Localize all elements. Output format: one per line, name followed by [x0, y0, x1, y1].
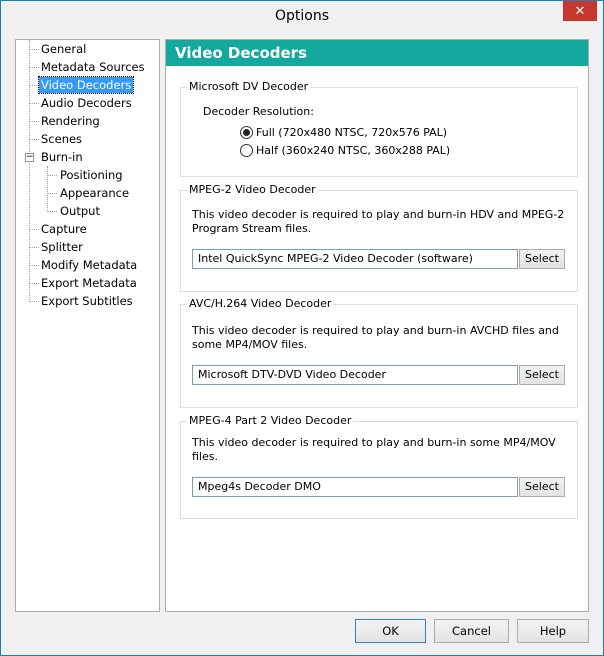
avc-decoder-group: AVC/H.264 Video Decoder This video decod… [180, 297, 578, 408]
tree-line [29, 103, 39, 104]
mpeg4-decoder-legend: MPEG-4 Part 2 Video Decoder [187, 414, 354, 427]
collapse-icon[interactable]: − [25, 153, 34, 162]
tree-item-modify-metadata[interactable]: Modify Metadata [39, 257, 139, 273]
window-title: Options [274, 8, 330, 24]
tree-item-audio-decoders[interactable]: Audio Decoders [39, 95, 134, 111]
tree-line [47, 166, 48, 212]
tree-line [29, 265, 39, 266]
tree-item-capture[interactable]: Capture [39, 221, 89, 237]
radio-half[interactable] [240, 143, 253, 157]
help-button[interactable]: Help [517, 619, 589, 643]
tree-item-export-subtitles[interactable]: Export Subtitles [39, 293, 135, 309]
tree-item-output[interactable]: Output [58, 203, 102, 219]
resolution-full-label: Full (720x480 NTSC, 720x576 PAL) [256, 125, 448, 139]
resolution-full-option[interactable]: Full (720x480 NTSC, 720x576 PAL) [240, 124, 447, 140]
cancel-button[interactable]: Cancel [434, 619, 509, 643]
tree-line [47, 193, 57, 194]
tree-item-general[interactable]: General [39, 41, 88, 57]
tree-item-appearance[interactable]: Appearance [58, 185, 131, 201]
decoder-resolution-label: Decoder Resolution: [203, 105, 314, 118]
tree-line [47, 175, 57, 176]
tree-line [47, 211, 57, 212]
tree-item-rendering[interactable]: Rendering [39, 113, 102, 129]
dv-decoder-legend: Microsoft DV Decoder [187, 80, 311, 93]
close-button[interactable]: ✕ [563, 1, 597, 21]
tree-item-scenes[interactable]: Scenes [39, 131, 84, 147]
tree-item-positioning[interactable]: Positioning [58, 167, 125, 183]
resolution-half-option[interactable]: Half (360x240 NTSC, 360x288 PAL) [240, 142, 450, 158]
tree-line [29, 283, 39, 284]
radio-full[interactable] [240, 125, 253, 139]
tree-line [29, 85, 39, 86]
ok-button[interactable]: OK [355, 619, 426, 643]
avc-select-button[interactable]: Select [519, 365, 565, 385]
options-tree[interactable]: − General Metadata Sources Video Decoder… [15, 39, 160, 612]
tree-line [29, 67, 39, 68]
tree-item-burn-in[interactable]: Burn-in [39, 149, 85, 165]
avc-description: This video decoder is required to play a… [192, 324, 559, 351]
tree-line [29, 229, 39, 230]
mpeg2-select-button[interactable]: Select [519, 249, 565, 269]
tree-line [29, 301, 39, 302]
avc-decoder-legend: AVC/H.264 Video Decoder [187, 297, 334, 310]
dv-decoder-group: Microsoft DV Decoder Decoder Resolution:… [180, 80, 578, 177]
mpeg2-decoder-legend: MPEG-2 Video Decoder [187, 183, 318, 196]
mpeg2-decoder-group: MPEG-2 Video Decoder This video decoder … [180, 183, 578, 292]
title-bar: Options ✕ [1, 1, 603, 33]
options-window: Options ✕ − General Metadata Sources Vid… [0, 0, 604, 656]
tree-line [29, 121, 39, 122]
panel-title: Video Decoders [166, 40, 588, 66]
mpeg4-description: This video decoder is required to play a… [192, 436, 556, 463]
mpeg4-decoder-field[interactable]: Mpeg4s Decoder DMO [192, 477, 518, 497]
mpeg4-select-button[interactable]: Select [519, 477, 565, 497]
tree-item-video-decoders[interactable]: Video Decoders [37, 76, 135, 94]
video-decoders-panel: Video Decoders Microsoft DV Decoder Deco… [165, 39, 589, 612]
tree-item-splitter[interactable]: Splitter [39, 239, 85, 255]
close-icon: ✕ [574, 3, 586, 19]
mpeg2-decoder-field[interactable]: Intel QuickSync MPEG-2 Video Decoder (so… [192, 249, 518, 269]
tree-item-export-metadata[interactable]: Export Metadata [39, 275, 139, 291]
tree-item-metadata-sources[interactable]: Metadata Sources [39, 59, 147, 75]
resolution-half-label: Half (360x240 NTSC, 360x288 PAL) [256, 143, 451, 157]
tree-line [29, 40, 30, 302]
avc-decoder-field[interactable]: Microsoft DTV-DVD Video Decoder [192, 365, 518, 385]
mpeg2-description: This video decoder is required to play a… [192, 208, 565, 235]
mpeg4-decoder-group: MPEG-4 Part 2 Video Decoder This video d… [180, 414, 578, 519]
tree-line [29, 139, 39, 140]
tree-line [29, 247, 39, 248]
tree-line [29, 49, 39, 50]
